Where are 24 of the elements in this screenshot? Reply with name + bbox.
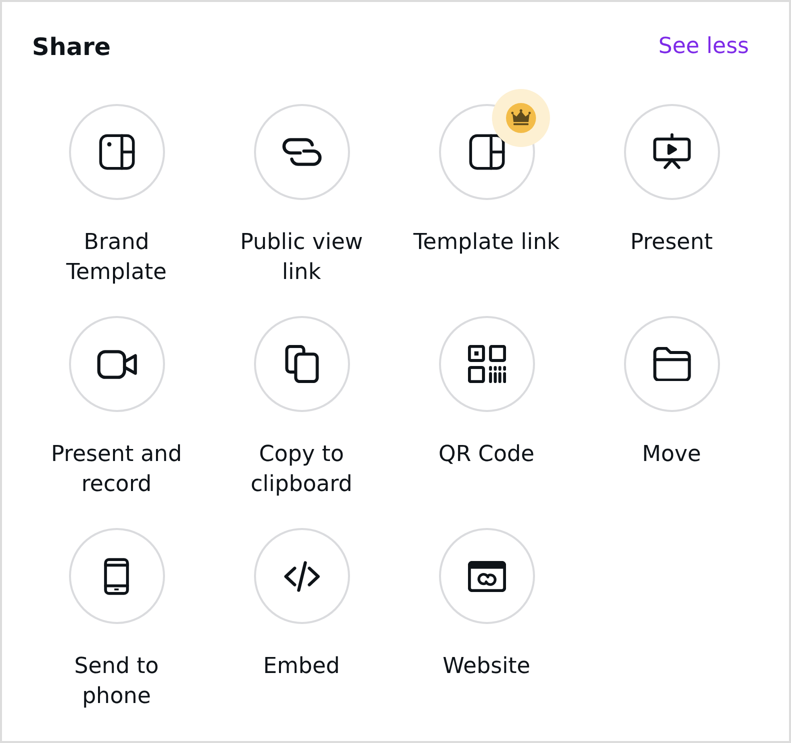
see-less-link[interactable]: See less bbox=[658, 31, 749, 63]
option-label: Present and record bbox=[50, 441, 183, 499]
option-label: Move bbox=[642, 441, 701, 469]
link-icon bbox=[282, 138, 322, 166]
option-label: Copy to clipboard bbox=[250, 441, 354, 499]
panel-title: Share bbox=[32, 32, 111, 63]
option-label: Website bbox=[442, 653, 530, 681]
option-label: Send to phone bbox=[73, 653, 160, 711]
layout-icon bbox=[98, 134, 134, 170]
option-label: Public view link bbox=[239, 229, 364, 287]
option-label: QR Code bbox=[438, 441, 534, 469]
option-label: Present bbox=[630, 229, 713, 257]
option-label: Brand Template bbox=[65, 229, 168, 287]
folder-icon bbox=[652, 347, 690, 381]
code-icon bbox=[284, 560, 320, 592]
presentation-screen-icon bbox=[652, 133, 690, 171]
copy-icon bbox=[284, 345, 318, 383]
browser-link-icon bbox=[468, 560, 506, 592]
layout-icon bbox=[468, 134, 504, 170]
qr-code-icon bbox=[468, 345, 506, 383]
video-camera-icon bbox=[96, 350, 136, 378]
option-label: Template link bbox=[413, 229, 560, 257]
option-label: Embed bbox=[263, 653, 340, 681]
phone-icon bbox=[104, 558, 129, 594]
